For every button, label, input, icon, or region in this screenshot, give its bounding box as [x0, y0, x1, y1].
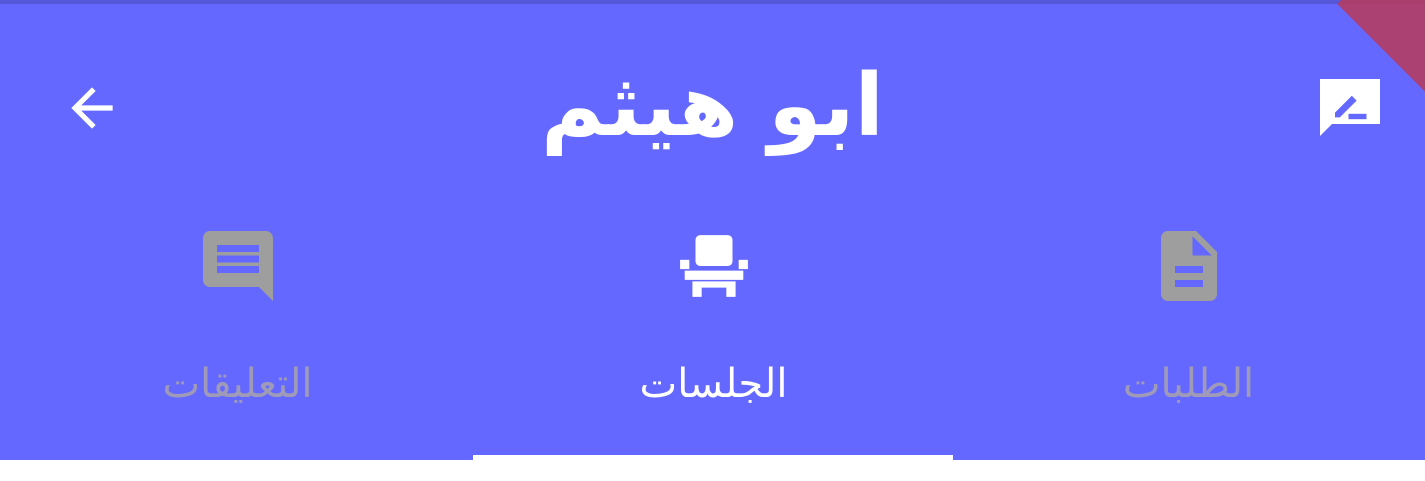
tab-orders[interactable]: الطلبات [952, 204, 1425, 464]
comment-icon [202, 231, 273, 301]
edit-review-button[interactable] [1305, 64, 1395, 154]
tab-comments-label: التعليقات [162, 361, 313, 407]
active-tab-indicator [473, 455, 953, 464]
tab-bar: التعليقات الجلسات الطلبات [0, 204, 1425, 464]
page-title: ابو هيثم [541, 56, 884, 156]
tab-orders-label: الطلبات [1122, 361, 1255, 407]
rate-review-icon [1320, 79, 1380, 136]
tab-sessions[interactable]: الجلسات [475, 204, 952, 464]
description-icon [1160, 231, 1217, 301]
tab-sessions-label: الجلسات [639, 361, 788, 407]
chair-icon [679, 235, 748, 297]
app-bar: ابو هيثم التعليقات الجلسات الطلبات [0, 0, 1425, 464]
tab-comments[interactable]: التعليقات [0, 204, 475, 464]
